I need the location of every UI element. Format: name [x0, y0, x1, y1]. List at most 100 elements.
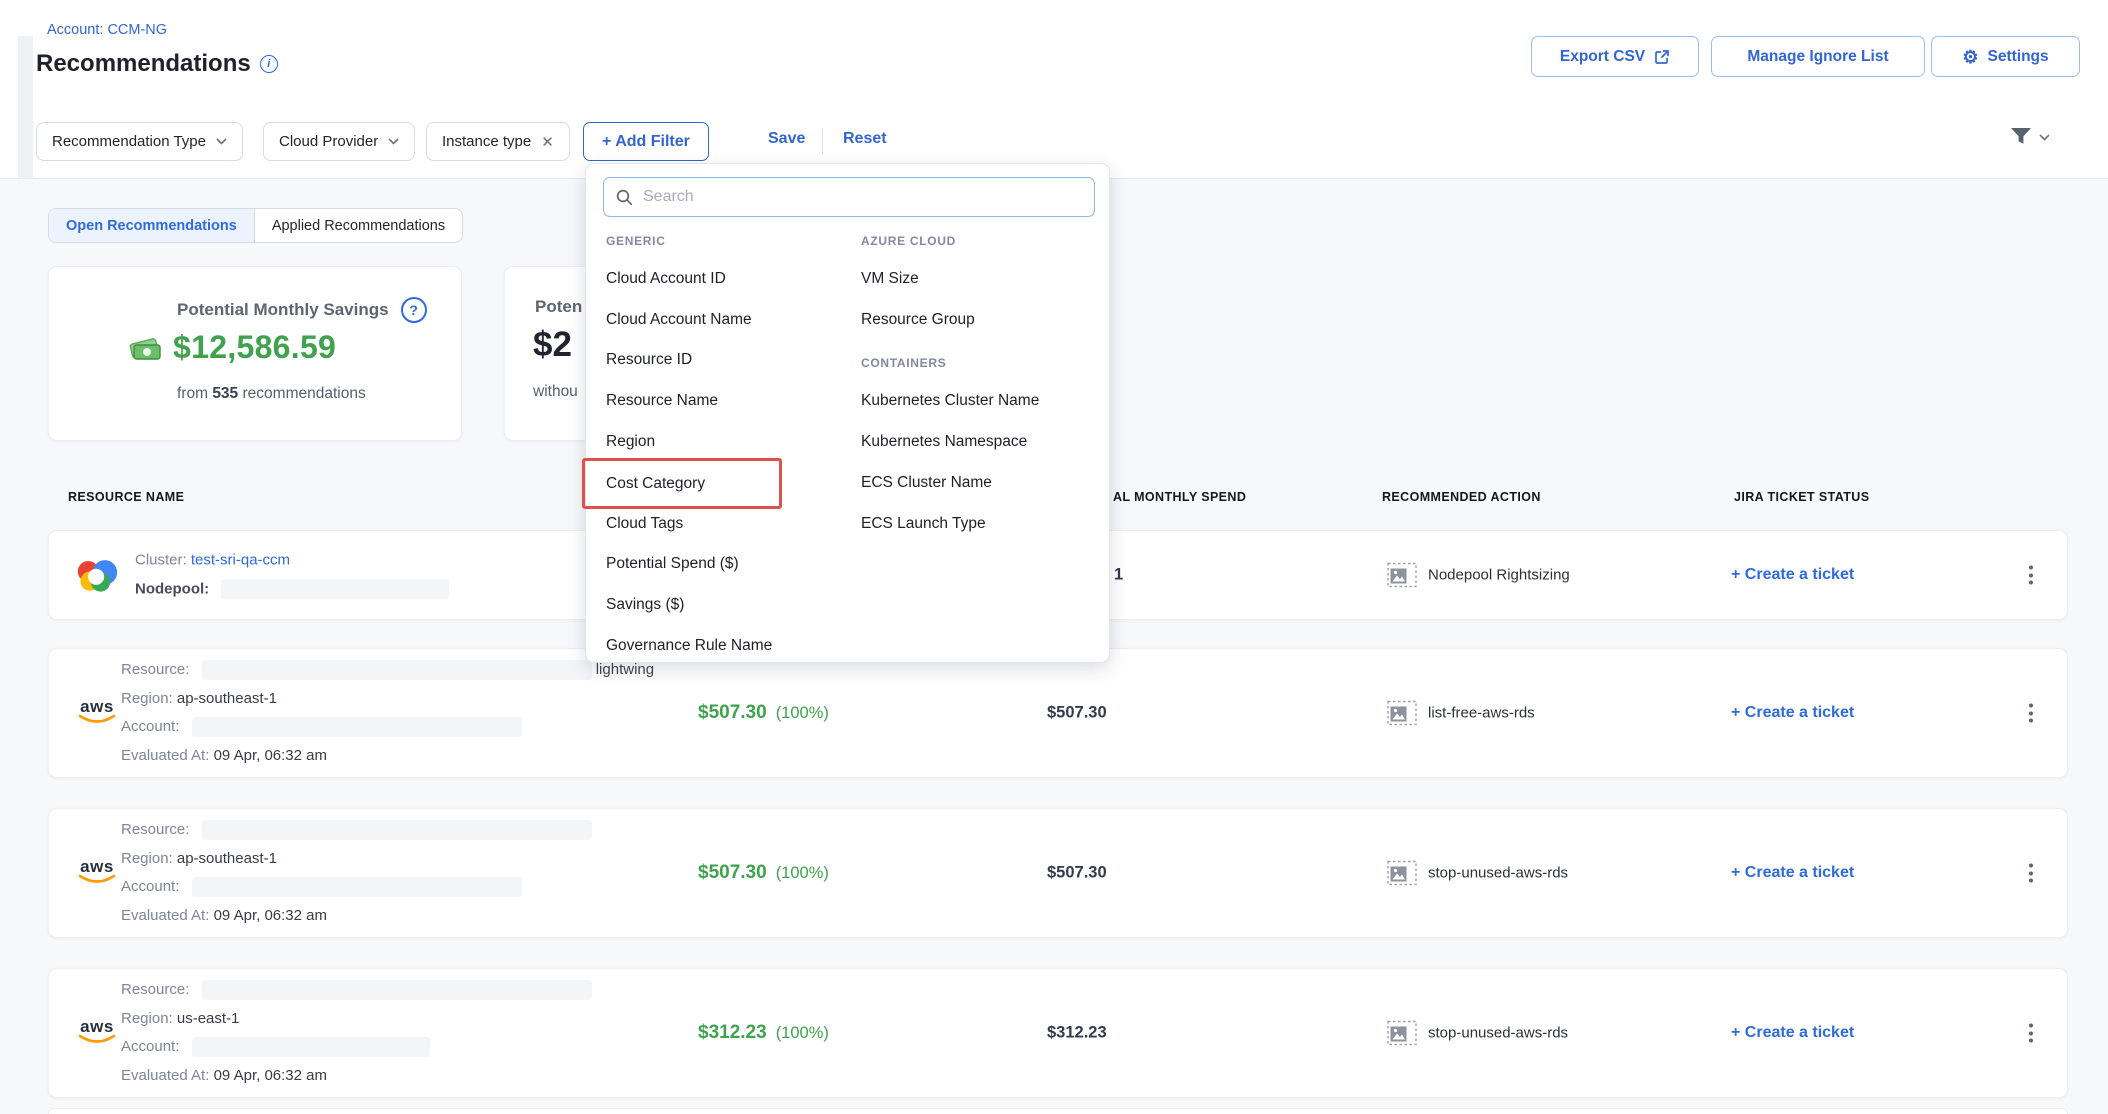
filter-option-cloud-account-name[interactable]: Cloud Account Name	[606, 309, 752, 331]
filter-option-governance-rule-name[interactable]: Governance Rule Name	[606, 635, 772, 657]
filter-chip-cloud-provider[interactable]: Cloud Provider	[263, 122, 415, 161]
redacted-value	[202, 660, 592, 680]
cluster-line: Cluster: test-sri-qa-ccm	[135, 547, 449, 576]
create-ticket-link[interactable]: + Create a ticket	[1731, 704, 1854, 722]
add-filter-button[interactable]: + Add Filter	[583, 122, 709, 161]
divider	[822, 128, 823, 154]
filter-chip-instance-type[interactable]: Instance type ✕	[426, 122, 570, 161]
redacted-value	[192, 877, 522, 897]
filter-option-ecs-cluster-name[interactable]: ECS Cluster Name	[861, 472, 992, 494]
resource-name-tail: lightwing	[596, 661, 654, 678]
settings-button[interactable]: ⚙ Settings	[1931, 36, 2080, 77]
create-ticket-link[interactable]: + Create a ticket	[1731, 566, 1854, 584]
dropdown-search[interactable]	[603, 177, 1095, 217]
table-row[interactable]: aws Resource: lightwing Region: ap-south…	[48, 648, 2068, 778]
account-line: Account:	[121, 873, 592, 902]
chevron-down-icon	[2039, 134, 2050, 141]
broken-image-icon	[1387, 701, 1417, 726]
potential-savings-cell: $507.30 (100%)	[698, 862, 829, 884]
create-ticket-link[interactable]: + Create a ticket	[1731, 1024, 1854, 1042]
evaluated-line: Evaluated At: 09 Apr, 06:32 am	[121, 1062, 592, 1091]
redacted-value	[202, 820, 592, 840]
broken-image-icon	[1387, 1021, 1417, 1046]
region-line: Region: ap-southeast-1	[121, 685, 654, 714]
money-icon	[127, 334, 163, 362]
search-input[interactable]	[643, 188, 1082, 206]
tab-applied-recommendations[interactable]: Applied Recommendations	[255, 209, 462, 242]
filter-chip-recommendation-type[interactable]: Recommendation Type	[36, 122, 243, 161]
row-menu-button[interactable]	[2023, 698, 2039, 729]
total-spend-cell: $507.30	[1047, 704, 1107, 723]
filter-panel-toggle[interactable]	[2010, 127, 2050, 147]
funnel-icon	[2010, 127, 2034, 147]
savings-card-title: Potential Monthly Savings ?	[177, 297, 427, 323]
redacted-value	[221, 579, 449, 599]
filter-option-cloud-account-id[interactable]: Cloud Account ID	[606, 268, 726, 290]
recommended-action-label: list-free-aws-rds	[1428, 705, 1535, 722]
savings-amount: $12,586.59	[173, 329, 336, 366]
filter-option-region[interactable]: Region	[606, 431, 655, 453]
help-icon[interactable]: ?	[401, 297, 427, 323]
chevron-down-icon	[388, 138, 399, 145]
total-spend-cell: $507.30	[1047, 864, 1107, 883]
recommendations-tabs: Open Recommendations Applied Recommendat…	[48, 208, 463, 243]
spend-card-title-partial: Poten	[535, 297, 582, 317]
section-header-azure-cloud: AZURE CLOUD	[861, 234, 956, 248]
next-row-edge	[48, 1108, 2068, 1114]
section-header-containers: CONTAINERS	[861, 356, 946, 370]
page-title: Recommendations i	[36, 50, 278, 78]
recommendations-page: Account: CCM-NG Recommendations i Export…	[0, 0, 2108, 1114]
breadcrumb[interactable]: Account: CCM-NG	[47, 22, 167, 38]
create-ticket-link[interactable]: + Create a ticket	[1731, 864, 1854, 882]
filter-option-resource-name[interactable]: Resource Name	[606, 390, 718, 412]
row-menu-button[interactable]	[2023, 560, 2039, 591]
aws-logo-icon: aws	[76, 860, 118, 886]
account-line: Account:	[121, 1033, 592, 1062]
save-filter-link[interactable]: Save	[768, 130, 805, 148]
info-icon[interactable]: i	[260, 55, 278, 73]
filter-option-kubernetes-namespace[interactable]: Kubernetes Namespace	[861, 431, 1027, 453]
cluster-name-link[interactable]: test-sri-qa-ccm	[191, 552, 290, 569]
filter-option-cloud-tags[interactable]: Cloud Tags	[606, 513, 683, 535]
add-filter-dropdown: GENERIC Cloud Account ID Cloud Account N…	[585, 163, 1110, 663]
savings-count-line: from 535 recommendations	[177, 385, 366, 403]
row-menu-button[interactable]	[2023, 858, 2039, 889]
spend-amount-partial: $2	[533, 325, 572, 365]
manage-ignore-list-button[interactable]: Manage Ignore List	[1711, 36, 1925, 77]
filter-option-cost-category[interactable]: Cost Category	[606, 473, 705, 495]
chevron-down-icon	[216, 138, 227, 145]
row-menu-button[interactable]	[2023, 1018, 2039, 1049]
redacted-value	[202, 980, 592, 1000]
column-header-resource-name: RESOURCE NAME	[68, 490, 184, 504]
broken-image-icon	[1387, 861, 1417, 886]
potential-savings-cell: $507.30 (100%)	[698, 702, 829, 724]
reset-filter-link[interactable]: Reset	[843, 130, 887, 148]
external-link-icon	[1654, 49, 1670, 65]
recommended-action-label: stop-unused-aws-rds	[1428, 865, 1568, 882]
aws-logo-icon: aws	[76, 700, 118, 726]
table-row[interactable]: aws Resource: Region: ap-southeast-1 Acc…	[48, 808, 2068, 938]
filter-option-potential-spend[interactable]: Potential Spend ($)	[606, 553, 739, 575]
account-line: Account:	[121, 713, 654, 742]
filter-option-savings[interactable]: Savings ($)	[606, 594, 684, 616]
filter-option-kubernetes-cluster-name[interactable]: Kubernetes Cluster Name	[861, 390, 1039, 412]
recommendation-count: 535	[212, 385, 238, 402]
nodepool-line: Nodepool:	[135, 575, 449, 604]
export-csv-button[interactable]: Export CSV	[1531, 36, 1699, 77]
gcp-logo-icon	[76, 558, 118, 592]
search-icon	[616, 189, 633, 206]
column-header-jira-ticket-status: JIRA TICKET STATUS	[1734, 490, 1869, 504]
filter-option-vm-size[interactable]: VM Size	[861, 268, 919, 290]
filter-option-resource-group[interactable]: Resource Group	[861, 309, 975, 331]
tab-open-recommendations[interactable]: Open Recommendations	[49, 209, 255, 242]
resource-line: Resource: lightwing	[121, 656, 654, 685]
table-row[interactable]: aws Resource: Region: us-east-1 Account:…	[48, 968, 2068, 1098]
column-header-total-monthly-spend-partial: AL MONTHLY SPEND	[1113, 490, 1246, 504]
filter-option-ecs-launch-type[interactable]: ECS Launch Type	[861, 513, 986, 535]
resource-line: Resource:	[121, 816, 592, 845]
evaluated-line: Evaluated At: 09 Apr, 06:32 am	[121, 742, 654, 771]
filter-option-resource-id[interactable]: Resource ID	[606, 349, 692, 371]
recommended-action-label: Nodepool Rightsizing	[1428, 567, 1570, 584]
gear-icon: ⚙	[1962, 48, 1978, 66]
close-icon[interactable]: ✕	[541, 133, 554, 151]
